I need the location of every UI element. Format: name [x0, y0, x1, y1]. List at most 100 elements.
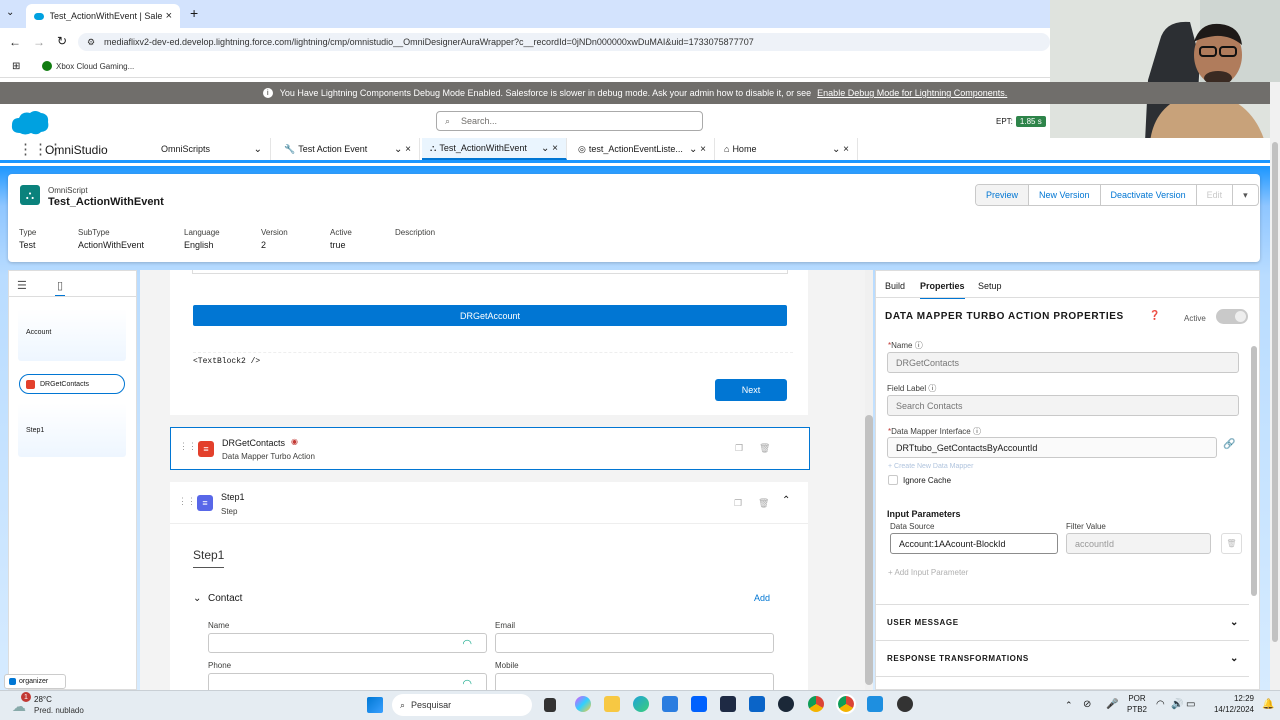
structure-item-step1[interactable]: Step1 [18, 403, 126, 457]
site-info-icon[interactable]: ⚙ [87, 37, 95, 48]
deactivate-version-button[interactable]: Deactivate Version [1101, 185, 1197, 205]
chevron-down-icon[interactable]: ⌄ × [689, 144, 706, 155]
taskbar-search[interactable]: ⌕ Pesquisar [392, 694, 532, 716]
nav-tab-test-actionwithevent[interactable]: ⛬ Test_ActionWithEvent ⌄ × [422, 138, 567, 160]
organizer-badge[interactable]: organizer [4, 674, 66, 689]
name-input[interactable]: ◠ [208, 633, 487, 653]
delete-icon[interactable]: 🗑 [758, 498, 769, 509]
mobile-input[interactable] [495, 673, 774, 690]
filter-value-input[interactable]: accountId [1066, 533, 1211, 554]
steam-icon[interactable] [778, 696, 794, 712]
new-tab-icon[interactable]: + [190, 5, 198, 21]
more-actions-chevron-icon[interactable]: ▾ [1233, 185, 1258, 205]
chrome-alt-icon[interactable] [808, 696, 824, 712]
debug-banner-link[interactable]: Enable Debug Mode for Lightning Componen… [817, 88, 1007, 98]
battery-icon[interactable]: ▭ [1186, 699, 1195, 710]
chrome-icon[interactable] [836, 694, 856, 714]
ignore-cache-checkbox[interactable] [888, 475, 898, 485]
dropbox-icon[interactable] [691, 696, 707, 712]
volume-icon[interactable]: 🔊 [1171, 699, 1183, 710]
data-source-input[interactable]: Account:1AAcount-BlockId [890, 533, 1058, 554]
wifi-icon[interactable]: ◠ [1156, 699, 1165, 710]
element-step1[interactable]: ⋮⋮ ≡ Step1 Step ❐ 🗑 ⌃ Step1 ⌄ Contact Ad… [170, 482, 808, 690]
chevron-down-icon[interactable]: ⌄ [254, 144, 262, 155]
app-red-icon[interactable] [897, 696, 913, 712]
next-button[interactable]: Next [715, 379, 787, 401]
browser-tab[interactable]: Test_ActionWithEvent | Salesforc × [26, 4, 180, 28]
nav-tab-test-actioneventlistener[interactable]: ◎ test_ActionEventListe... ⌄ × [570, 138, 715, 160]
panel-view-icon[interactable]: ▯ [55, 279, 66, 297]
add-input-parameter-link[interactable]: + Add Input Parameter [888, 568, 968, 577]
tab-list-chevron-icon[interactable]: ⌄ [6, 7, 14, 18]
create-new-link[interactable]: + Create New Data Mapper [888, 463, 973, 470]
app-icon[interactable] [720, 696, 736, 712]
clone-icon[interactable]: ❐ [735, 443, 743, 454]
bookmark-xbox[interactable]: Xbox Cloud Gaming... [42, 61, 134, 71]
nav-tab-home[interactable]: ⌂ Home ⌄ × [716, 138, 858, 160]
task-view-icon[interactable] [544, 698, 556, 712]
home-icon: ⌂ [724, 144, 730, 154]
url-input[interactable]: ⚙ mediaflixv2-dev-ed.develop.lightning.f… [78, 33, 1050, 51]
active-toggle[interactable] [1216, 309, 1248, 324]
add-link[interactable]: Add [754, 593, 770, 603]
phone-input[interactable]: ◠ [208, 673, 487, 690]
microphone-icon[interactable]: 🎤 [1106, 699, 1118, 710]
canvas-scrollbar[interactable] [865, 270, 873, 690]
close-tab-icon[interactable]: × [166, 10, 172, 22]
name-field-label: *Name ⓘ [888, 341, 923, 350]
salesforce-logo-icon[interactable] [10, 109, 50, 135]
tab-setup[interactable]: Setup [978, 281, 1002, 291]
page-scrollbar[interactable] [1270, 82, 1280, 690]
section-user-message[interactable]: USER MESSAGE ⌄ [887, 614, 1239, 630]
email-input[interactable] [495, 633, 774, 653]
block-chevron-icon[interactable]: ⌄ [193, 593, 201, 604]
weather-widget[interactable]: ☁ 1 28°C Pred. nublado [10, 692, 100, 718]
clock[interactable]: 12:29 14/12/2024 [1206, 694, 1254, 714]
omniscript-icon: ⛬ [20, 185, 40, 205]
chevron-down-icon[interactable]: ⌄ × [394, 144, 411, 155]
outlook-icon[interactable] [749, 696, 765, 712]
file-explorer-icon[interactable] [604, 696, 620, 712]
tab-build[interactable]: Build [885, 281, 905, 291]
field-label-input[interactable]: Search Contacts [887, 395, 1239, 416]
section-response-transformations[interactable]: RESPONSE TRANSFORMATIONS ⌄ [887, 650, 1239, 666]
delete-icon[interactable]: 🗑 [759, 443, 770, 454]
apps-grid-icon[interactable]: ⊞ [12, 61, 20, 72]
delete-param-button[interactable]: 🗑 [1221, 533, 1242, 554]
link-icon[interactable]: 🔗 [1223, 439, 1235, 450]
properties-panel: Build Properties Setup DATA MAPPER TURBO… [875, 270, 1260, 690]
drgetaccount-button[interactable]: DRGetAccount [193, 305, 787, 326]
tray-app-icon[interactable]: ⊘ [1083, 699, 1091, 710]
copilot-icon[interactable] [575, 696, 591, 712]
chevron-down-icon[interactable]: ⌄ × [832, 144, 849, 155]
clone-icon[interactable]: ❐ [734, 498, 742, 509]
windows-start-icon[interactable] [367, 697, 383, 713]
edit-button[interactable]: Edit [1197, 185, 1234, 205]
edge-icon[interactable] [633, 696, 649, 712]
nav-tab-test-action-event[interactable]: 🔧 Test Action Event ⌄ × [276, 138, 420, 160]
global-search-input[interactable]: ⌕ Search... [436, 111, 703, 131]
preview-button[interactable]: Preview [976, 185, 1030, 205]
chevron-down-icon[interactable]: ⌄ × [541, 143, 558, 154]
back-icon[interactable]: ← [9, 35, 21, 49]
language-indicator[interactable]: POR PTB2 [1126, 694, 1148, 714]
list-view-icon[interactable]: ☰ [17, 279, 27, 292]
vscode-icon[interactable] [867, 696, 883, 712]
store-icon[interactable] [662, 696, 678, 712]
drag-handle-icon[interactable]: ⋮⋮ [179, 441, 197, 452]
new-version-button[interactable]: New Version [1029, 185, 1101, 205]
name-input[interactable]: DRGetContacts [887, 352, 1239, 373]
dm-interface-input[interactable]: DRTtubo_GetContactsByAccountId [887, 437, 1217, 458]
notifications-icon[interactable]: 🔔 [1262, 699, 1274, 710]
drag-handle-icon[interactable]: ⋮⋮ [178, 496, 196, 507]
structure-item-drgetcontacts[interactable]: DRGetContacts [19, 374, 125, 394]
properties-scrollbar[interactable] [1251, 346, 1257, 596]
tray-chevron-icon[interactable]: ⌃ [1065, 700, 1073, 711]
field-subtype: SubType ActionWithEvent [78, 228, 145, 250]
nav-tab-omniscripts[interactable]: OmniScripts ⌄ [153, 138, 271, 160]
collapse-chevron-icon[interactable]: ⌃ [782, 495, 790, 506]
structure-item-account[interactable]: Account [18, 309, 126, 361]
element-drgetcontacts[interactable]: ⋮⋮ ≡ DRGetContacts ◉ Data Mapper Turbo A… [170, 427, 810, 470]
forward-icon[interactable]: → [33, 35, 45, 49]
reload-icon[interactable]: ↻ [57, 34, 67, 48]
